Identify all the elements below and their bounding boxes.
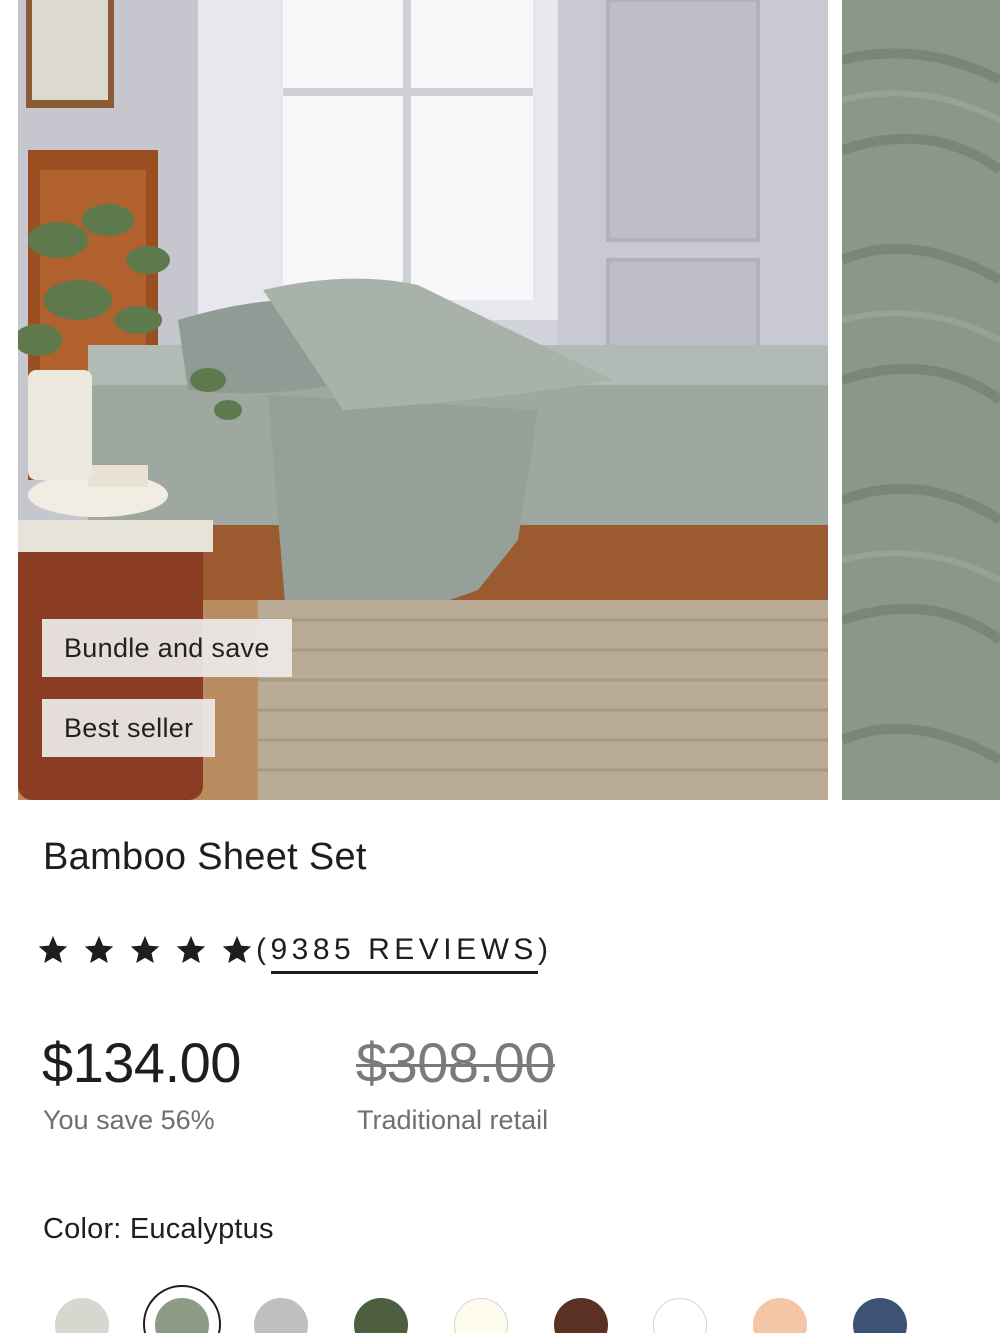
- color-swatch-7[interactable]: [653, 1298, 708, 1333]
- star-icon: [130, 935, 160, 964]
- fabric-closeup-illustration: [842, 0, 1000, 800]
- color-swatch-3[interactable]: [254, 1298, 309, 1333]
- color-swatch-9[interactable]: [852, 1298, 907, 1333]
- color-label: Color: Eucalyptus: [43, 1213, 274, 1246]
- color-swatch-8[interactable]: [752, 1298, 807, 1333]
- reviews-close-paren: ): [537, 933, 553, 966]
- star-icon: [84, 935, 114, 964]
- color-swatch-5[interactable]: [453, 1298, 508, 1333]
- color-swatch-6[interactable]: [553, 1298, 608, 1333]
- product-title: Bamboo Sheet Set: [43, 836, 367, 878]
- sale-price: $134.00: [42, 1031, 241, 1094]
- star-icon: [176, 935, 206, 964]
- product-image-gallery[interactable]: Bundle and save Best seller: [0, 0, 1000, 800]
- color-swatches: [0, 1282, 1000, 1333]
- reviews-count: ( 9385 REVIEWS ): [256, 927, 552, 974]
- star-icon: [38, 935, 68, 964]
- best-seller-badge: Best seller: [42, 699, 216, 757]
- color-swatch-1[interactable]: [55, 1298, 109, 1333]
- color-swatch-4[interactable]: [354, 1298, 409, 1333]
- star-icon: [222, 935, 252, 964]
- original-price: $308.00: [356, 1031, 555, 1094]
- star-rating: [36, 933, 266, 967]
- savings-text: You save 56%: [43, 1105, 215, 1135]
- bedroom-scene-illustration: [18, 0, 828, 800]
- bundle-badge: Bundle and save: [42, 619, 292, 677]
- rating-row: ( 9385 REVIEWS ): [36, 925, 552, 975]
- selected-color-name: Eucalyptus: [129, 1213, 274, 1245]
- reviews-link[interactable]: 9385 REVIEWS: [270, 933, 538, 974]
- reviews-open-paren: (: [256, 933, 271, 966]
- product-image-bedroom[interactable]: Bundle and save Best seller: [18, 0, 828, 800]
- color-label-prefix: Color:: [43, 1213, 122, 1245]
- product-image-fabric[interactable]: [842, 0, 1000, 800]
- original-price-label: Traditional retail: [357, 1105, 549, 1135]
